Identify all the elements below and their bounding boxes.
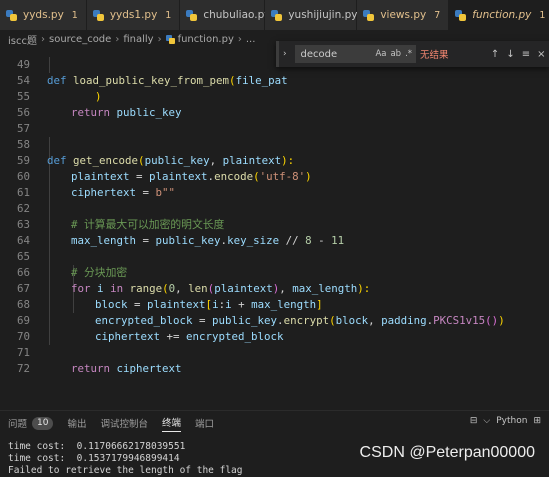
code-line: 72: [0, 345, 549, 375]
tab-label: views.py: [380, 9, 427, 21]
tab-problem-count: 7: [434, 9, 441, 21]
editor-tab-bar: yyds.py 1 yyds1.py 1 chubuliao.py yushij…: [0, 0, 549, 31]
find-widget: › decode Aa ab .* 无结果 ↑ ↓ ≡ ×: [276, 41, 549, 67]
tab-label: function.py: [472, 9, 532, 21]
code-line: 63 max_length = public_key.key_size // 8…: [0, 201, 549, 247]
code-line: 58 def get_encode(public_key, plaintext)…: [0, 121, 549, 167]
tab-views[interactable]: views.py 7: [357, 0, 450, 30]
code-line: 71 return ciphertext: [0, 329, 549, 375]
code-line: 59 plaintext = plaintext.encode('utf-8'): [0, 137, 549, 183]
tab-terminal[interactable]: 终端: [162, 415, 182, 432]
terminal-profile-label[interactable]: Python: [496, 416, 527, 426]
arrow-down-icon[interactable]: ↓: [503, 49, 518, 60]
panel-actions: ⊟ ⌵ Python ⊞: [464, 416, 541, 426]
terminal-line: Failed to retrieve the length of the fla…: [8, 465, 243, 476]
tab-label: 问题: [8, 419, 28, 430]
find-status: 无结果: [420, 50, 449, 61]
tab-label: chubuliao.py: [203, 9, 271, 21]
tab-label: yyds.py: [23, 9, 64, 21]
tab-ports[interactable]: 端口: [195, 416, 214, 430]
tab-problem-count: 1: [71, 9, 78, 21]
code-line: 69 ciphertext += encrypted_block: [0, 297, 549, 343]
whole-word-icon[interactable]: ab: [390, 49, 401, 59]
code-line: 62 # 计算最大可以加密的明文长度: [0, 185, 549, 231]
chevron-right-icon[interactable]: ›: [279, 49, 291, 59]
keyword-token: return: [71, 362, 111, 375]
watermark: CSDN @Peterpan00000: [359, 444, 535, 461]
python-file-icon: [271, 9, 283, 21]
code-line: 57: [0, 105, 549, 135]
python-file-icon: [455, 9, 467, 21]
find-input[interactable]: decode Aa ab .*: [294, 45, 417, 63]
tab-yushijiujin[interactable]: yushijiujin.py: [265, 0, 357, 30]
tab-output[interactable]: 输出: [67, 416, 86, 430]
python-file-icon: [363, 9, 375, 21]
tab-debug-console[interactable]: 调试控制台: [100, 416, 148, 430]
tab-function[interactable]: function.py 1 ×: [449, 0, 549, 30]
tab-problems[interactable]: 问题 10: [8, 416, 54, 430]
code-editor[interactable]: 49 def load_public_key_from_pem(file_pat…: [0, 41, 549, 410]
find-query: decode: [300, 48, 338, 60]
bottom-panel: 问题 10 输出 调试控制台 终端 端口 ⊟ ⌵ Python ⊞ time co…: [0, 410, 549, 476]
line-number: 72: [16, 362, 30, 375]
code-line: 61: [0, 169, 549, 199]
arrow-up-icon[interactable]: ↑: [487, 49, 502, 60]
terminal-line: time cost: 0.1537179946899414: [8, 453, 180, 464]
code-text: return ciphertext: [71, 361, 182, 377]
tab-label: yyds1.py: [109, 9, 158, 21]
code-line: 67 block = plaintext[i:i + max_length]: [0, 265, 549, 311]
code-line: 55 return public_key: [0, 73, 549, 119]
variable-token: ciphertext: [116, 362, 182, 375]
tab-label: yushijiujin.py: [288, 9, 358, 21]
split-terminal-icon[interactable]: ⊟: [470, 416, 478, 426]
tab-problem-count: 1: [165, 9, 172, 21]
close-icon[interactable]: ×: [534, 49, 549, 60]
match-case-icon[interactable]: Aa: [375, 49, 386, 59]
terminal-output[interactable]: time cost: 0.11706662178039551 time cost:…: [8, 441, 243, 477]
code-line: 70: [0, 313, 549, 343]
tab-yyds1[interactable]: yyds1.py 1: [86, 0, 181, 30]
tab-yyds[interactable]: yyds.py 1: [0, 0, 87, 30]
regex-icon[interactable]: .*: [405, 49, 412, 59]
problems-count-badge: 10: [32, 416, 54, 430]
code-line: 65 # 分块加密: [0, 233, 549, 279]
panel-tab-bar: 问题 10 输出 调试控制台 终端 端口: [0, 411, 228, 435]
terminal-line: time cost: 0.11706662178039551: [8, 441, 186, 452]
find-in-selection-icon[interactable]: ≡: [518, 49, 533, 60]
code-line: 64: [0, 217, 549, 247]
tab-chubuliao[interactable]: chubuliao.py: [180, 0, 270, 30]
code-line: 60 ciphertext = b"": [0, 153, 549, 199]
new-terminal-icon[interactable]: ⊞: [533, 416, 541, 426]
python-file-icon: [186, 9, 198, 21]
code-line: 68 encrypted_block = public_key.encrypt(…: [0, 281, 549, 327]
python-file-icon: [6, 9, 17, 21]
tab-problem-count: 1: [539, 9, 546, 21]
python-file-icon: [92, 9, 104, 21]
chevron-down-icon[interactable]: ⌵: [483, 416, 490, 426]
code-line: 56: [0, 89, 549, 119]
code-line: 66 for i in range(0, len(plaintext), max…: [0, 249, 549, 295]
